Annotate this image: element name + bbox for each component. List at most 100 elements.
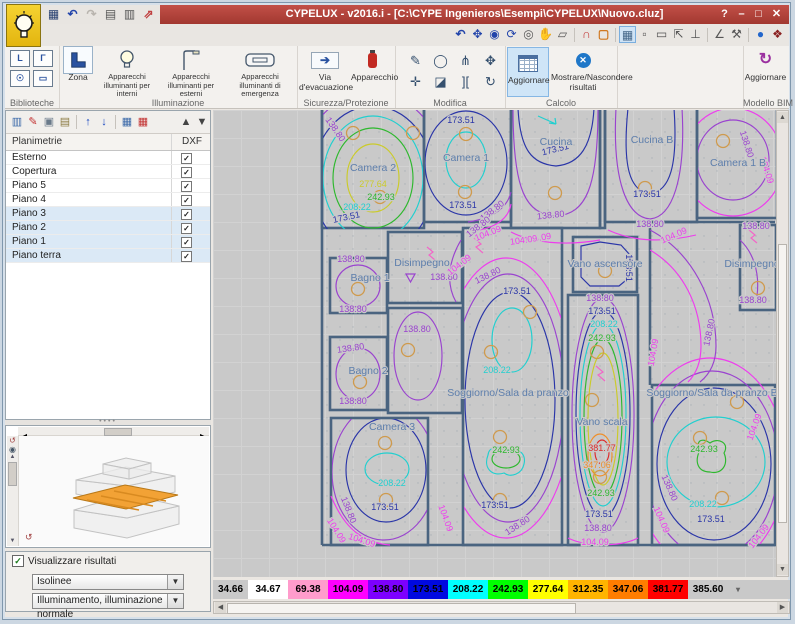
planimetry-row-piano-1[interactable]: Piano 1✓ [6, 235, 210, 249]
dxf-checkbox[interactable]: ✓ [181, 237, 192, 248]
lasso-icon[interactable]: ◯ [428, 51, 453, 72]
planimetry-row-esterno[interactable]: Esterno✓ [6, 151, 210, 165]
dxf-checkbox[interactable]: ✓ [181, 153, 192, 164]
scroll-left-arrow-icon[interactable]: ◀ [215, 602, 226, 613]
pan-icon[interactable]: ✋ [537, 26, 554, 43]
drawing-canvas[interactable]: 277.64242.93208.22173.51138.80173.51173.… [213, 110, 776, 577]
grid-icon[interactable]: ▦ [619, 26, 636, 43]
visualizzare-checkbox[interactable]: ✓ [12, 555, 24, 567]
dropdown-arrow-icon[interactable]: ▼ [167, 575, 183, 589]
new-planimetry-icon[interactable]: ▥ [9, 114, 25, 130]
legend-more-icon[interactable]: ▾ [728, 580, 748, 599]
redo-icon[interactable]: ↷ [83, 6, 100, 23]
aggiornare-button[interactable]: Aggiornare [507, 47, 549, 97]
copy-planimetry-icon[interactable]: ▣ [41, 114, 57, 130]
move-icon[interactable]: ✥ [478, 51, 503, 72]
trim-icon[interactable]: ][ [453, 72, 478, 93]
dxf-checkbox[interactable]: ✓ [181, 181, 192, 192]
select-icon[interactable]: ▱ [554, 26, 571, 43]
apparecchio-button[interactable]: Apparecchio [351, 48, 393, 83]
measure-icon[interactable]: ∠ [711, 26, 728, 43]
tools-icon[interactable]: ⚒ [728, 26, 745, 43]
divide-icon[interactable]: ⋔ [453, 51, 478, 72]
planimetry-row-piano-terra[interactable]: Piano terra✓ [6, 249, 210, 263]
mostrare-nascondere-button[interactable]: ✕ Mostrare/Nascondere risultati [551, 48, 615, 93]
orbit-icon[interactable]: ↺ [7, 436, 18, 445]
via-evacuazione-button[interactable]: ➔ Via d'evacuazione [299, 48, 351, 93]
apparecchi-interni-button[interactable]: Apparecchi illuminanti per interni [97, 48, 157, 99]
undo-icon[interactable]: ↶ [64, 6, 81, 23]
zoom-down-icon[interactable]: ▼ [7, 538, 18, 544]
grid-normal-icon[interactable]: ▦ [119, 114, 135, 130]
planimetry-row-piano-2[interactable]: Piano 2✓ [6, 221, 210, 235]
library-zones-icon[interactable]: L [10, 50, 30, 67]
perpendicular-icon[interactable]: ⊥ [687, 26, 704, 43]
zoom-in-icon[interactable]: ◎ [520, 26, 537, 43]
minimize-button[interactable]: – [733, 5, 750, 24]
save-icon[interactable]: ▦ [45, 6, 62, 23]
previous-view-icon[interactable]: ↶ [452, 26, 469, 43]
scroll-up-icon[interactable]: ▲ [178, 114, 194, 130]
apparecchi-emergenza-button[interactable]: Apparecchi illuminanti di emergenza [225, 48, 295, 99]
export-icon[interactable]: ⇗ [140, 6, 157, 23]
rotate-icon[interactable]: ↻ [478, 72, 503, 93]
dimension-icon[interactable]: ⇱ [670, 26, 687, 43]
library-exterior-luminaires-icon[interactable]: ☉ [10, 70, 30, 87]
rotation-thumb[interactable] [104, 428, 132, 436]
dxf-checkbox[interactable]: ✓ [181, 223, 192, 234]
print-preview-icon[interactable]: ▥ [121, 6, 138, 23]
zoom-slider-thumb[interactable] [8, 462, 17, 486]
vertical-scrollbar[interactable]: ▲ ▼ [776, 110, 789, 577]
maximize-button[interactable]: □ [750, 5, 767, 24]
eye-icon[interactable]: ◉ [7, 445, 18, 454]
dxf-checkbox[interactable]: ✓ [181, 209, 192, 220]
bim-aggiornare-button[interactable]: ↻ Aggiornare [744, 48, 787, 83]
web-icon[interactable]: ● [752, 26, 769, 43]
horizontal-scroll-thumb[interactable] [227, 603, 576, 614]
zoom-extents-icon[interactable]: ✥ [469, 26, 486, 43]
help-button[interactable]: ? [716, 5, 733, 24]
floor-plan-svg[interactable]: 277.64242.93208.22173.51138.80173.51173.… [213, 110, 776, 577]
dxf-checkbox[interactable]: ✓ [181, 167, 192, 178]
scroll-up-arrow-icon[interactable]: ▲ [777, 112, 788, 123]
close-button[interactable]: ✕ [768, 5, 785, 24]
edit-planimetry-icon[interactable]: ✎ [25, 114, 41, 130]
planimetry-row-copertura[interactable]: Copertura✓ [6, 165, 210, 179]
scroll-right-arrow-icon[interactable]: ▶ [777, 602, 788, 613]
dropdown-arrow-icon[interactable]: ▼ [167, 594, 183, 608]
print-icon[interactable]: ▤ [102, 6, 119, 23]
erase-icon[interactable]: ◪ [428, 72, 453, 93]
object-snap-icon[interactable]: ▭ [653, 26, 670, 43]
zoom-window-icon[interactable]: ◉ [486, 26, 503, 43]
snap-magnet-icon[interactable]: ∩ [578, 26, 595, 43]
ortho-icon[interactable]: ▢ [595, 26, 612, 43]
dxf-checkbox[interactable]: ✓ [181, 251, 192, 262]
move-up-icon[interactable]: ↑ [80, 114, 96, 130]
vertical-scroll-thumb[interactable] [778, 244, 787, 523]
magnitude-dropdown[interactable]: Illuminamento, illuminazione normale ▼ [32, 593, 184, 609]
planimetry-row-piano-5[interactable]: Piano 5✓ [6, 179, 210, 193]
scroll-down-arrow-icon[interactable]: ▼ [777, 564, 788, 575]
library-emergency-luminaires-icon[interactable]: ▭ [33, 70, 53, 87]
zoom-up-icon[interactable]: ▲ [7, 454, 18, 460]
scroll-down-icon[interactable]: ▼ [194, 114, 210, 130]
horizontal-scrollbar[interactable]: ◀ ▶ [213, 601, 790, 614]
snap-point-icon[interactable]: ▫ [636, 26, 653, 43]
print-planimetry-icon[interactable]: ▤ [57, 114, 73, 130]
library-interior-luminaires-icon[interactable]: Γ [33, 50, 53, 67]
planimetry-row-piano-4[interactable]: Piano 4✓ [6, 193, 210, 207]
preview-3d-viewport[interactable]: ↺ [19, 436, 209, 546]
move-down-icon[interactable]: ↓ [96, 114, 112, 130]
help-book-icon[interactable]: ❖ [769, 26, 786, 43]
grid-special-icon[interactable]: ▦ [135, 114, 151, 130]
rotation-scrollbar-horizontal[interactable]: ◂ ▸ [18, 427, 209, 436]
redraw-icon[interactable]: ⟳ [503, 26, 520, 43]
apparecchi-esterni-button[interactable]: Apparecchi illuminanti per esterni [159, 48, 223, 99]
titlebar[interactable]: CYPELUX - v2016.i - [C:\CYPE Ingenieros\… [160, 5, 789, 24]
edit-icon[interactable]: ✎ [403, 51, 428, 72]
dxf-checkbox[interactable]: ✓ [181, 195, 192, 206]
move-node-icon[interactable]: ✛ [403, 72, 428, 93]
isolinee-dropdown[interactable]: Isolinee ▼ [32, 574, 184, 590]
planimetry-row-piano-3[interactable]: Piano 3✓ [6, 207, 210, 221]
zona-button[interactable]: Zona [61, 48, 95, 83]
